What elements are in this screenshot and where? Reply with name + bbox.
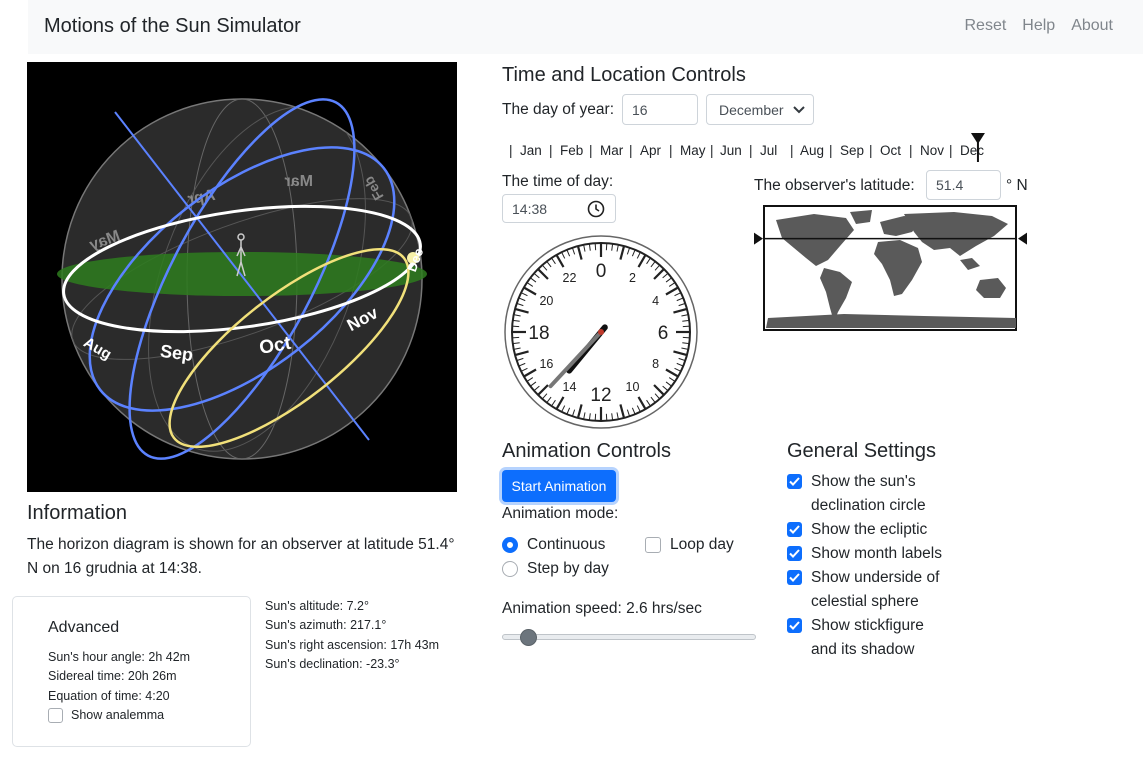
animation-mode-label: Animation mode: <box>502 505 619 522</box>
time-of-day-value: 14:38 <box>512 200 548 217</box>
month-select[interactable]: December <box>706 94 814 125</box>
clock-number: 12 <box>590 385 611 406</box>
day-of-year-input[interactable]: 16 <box>622 94 698 125</box>
show-ecliptic-label: Show the ecliptic <box>811 521 928 538</box>
sun-altitude-readout: Sun's altitude: 7.2° <box>265 599 369 613</box>
clock-number: 10 <box>626 380 640 394</box>
sun-azimuth-readout: Sun's azimuth: 217.1° <box>265 618 387 633</box>
clock-number: 22 <box>563 271 577 285</box>
day-of-year-label: The day of year: <box>502 101 615 118</box>
show-underside-label-1: Show underside of <box>811 569 940 586</box>
show-analemma-checkbox[interactable] <box>48 708 63 724</box>
show-declination-option[interactable]: Show the sun's declination circle <box>787 470 926 518</box>
celestial-sphere-view[interactable]: May Apr Mar Feb Aug Sep Oct Nov Dec <box>27 62 457 492</box>
show-declination-label-1: Show the sun's <box>811 473 916 490</box>
checkmark-icon <box>789 525 800 534</box>
clock-number: 0 <box>596 261 607 282</box>
show-ecliptic-option[interactable]: Show the ecliptic <box>787 518 927 542</box>
show-underside-option[interactable]: Show underside of celestial sphere <box>787 566 939 614</box>
navbar: Motions of the Sun Simulator Reset Help … <box>28 0 1143 54</box>
about-link[interactable]: About <box>1071 17 1113 35</box>
loop-day-option[interactable]: Loop day <box>645 536 734 554</box>
clock-number: 20 <box>539 294 553 308</box>
clock-icon[interactable] <box>587 200 605 218</box>
sun-readouts: Sun's altitude: 7.2° Sun's azimuth: 217.… <box>265 597 439 674</box>
mode-continuous-label: Continuous <box>527 536 606 553</box>
equation-of-time-readout: Equation of time: 4:20 <box>48 688 170 703</box>
show-analemma-option[interactable]: Show analemma <box>48 706 190 725</box>
checkmark-icon <box>789 621 800 630</box>
show-ecliptic-checkbox[interactable] <box>787 522 802 537</box>
sidereal-time-readout: Sidereal time: 20h 26m <box>48 669 177 684</box>
clock-number: 6 <box>658 323 669 344</box>
mode-continuous-option[interactable]: Continuous <box>502 536 605 554</box>
show-stickfigure-label-2: and its shadow <box>811 641 915 658</box>
mode-step-radio[interactable] <box>502 561 518 577</box>
animation-speed-label: Animation speed: 2.6 hrs/sec <box>502 600 702 617</box>
mode-step-option[interactable]: Step by day <box>502 560 609 578</box>
latitude-map[interactable] <box>754 200 1029 335</box>
reset-link[interactable]: Reset <box>964 17 1006 35</box>
show-stickfigure-label-1: Show stickfigure <box>811 617 924 634</box>
month-select-value: December <box>719 101 784 118</box>
analog-clock[interactable]: 0 2 4 6 8 10 12 14 16 18 20 22 <box>503 234 699 430</box>
latitude-unit: ° N <box>1006 177 1028 194</box>
sun-declination-readout: Sun's declination: -23.3° <box>265 656 400 671</box>
show-month-labels-label: Show month labels <box>811 545 942 562</box>
time-location-heading: Time and Location Controls <box>502 64 746 86</box>
month-label-back-mar: Mar <box>285 173 313 190</box>
clock-number: 4 <box>652 294 659 308</box>
general-settings-heading: General Settings <box>787 440 936 462</box>
advanced-card: Advanced Sun's hour angle: 2h 42m Sidere… <box>12 596 251 747</box>
mode-step-label: Step by day <box>527 560 609 577</box>
latitude-handle-right[interactable] <box>1018 232 1027 245</box>
show-declination-checkbox[interactable] <box>787 474 802 489</box>
animation-speed-slider[interactable] <box>502 634 756 640</box>
app-title: Motions of the Sun Simulator <box>44 15 301 37</box>
clock-number: 14 <box>563 380 577 394</box>
animation-heading: Animation Controls <box>502 440 671 462</box>
latitude-label: The observer's latitude: <box>754 177 915 194</box>
sun-right-ascension-readout: Sun's right ascension: 17h 43m <box>265 637 440 652</box>
checkmark-icon <box>789 549 800 558</box>
start-animation-button[interactable]: Start Animation <box>502 470 616 502</box>
latitude-handle-left[interactable] <box>754 232 763 245</box>
checkmark-icon <box>789 477 800 486</box>
show-month-labels-option[interactable]: Show month labels <box>787 542 942 566</box>
show-month-labels-checkbox[interactable] <box>787 546 802 561</box>
checkmark-icon <box>789 573 800 582</box>
day-of-year-marker[interactable] <box>0 132 1143 164</box>
show-stickfigure-option[interactable]: Show stickfigure and its shadow <box>787 614 924 662</box>
time-of-day-label: The time of day: <box>502 173 614 190</box>
latitude-value: 51.4 <box>936 177 964 193</box>
nav-links: Reset Help About <box>964 17 1113 35</box>
information-text: The horizon diagram is shown for an obse… <box>27 536 455 577</box>
show-underside-label-2: celestial sphere <box>811 593 919 610</box>
clock-number: 8 <box>652 357 659 371</box>
show-declination-label-2: declination circle <box>811 497 926 514</box>
advanced-title: Advanced <box>48 619 120 636</box>
clock-number: 18 <box>528 323 549 344</box>
information-heading: Information <box>27 502 128 524</box>
time-of-day-input[interactable]: 14:38 <box>502 194 616 223</box>
chevron-down-icon <box>793 106 805 114</box>
animation-speed-thumb[interactable] <box>520 629 537 646</box>
hour-angle-readout: Sun's hour angle: 2h 42m <box>48 650 191 664</box>
help-link[interactable]: Help <box>1022 17 1055 35</box>
clock-center <box>598 329 604 335</box>
clock-number: 16 <box>539 357 553 371</box>
show-stickfigure-checkbox[interactable] <box>787 618 802 633</box>
loop-day-label: Loop day <box>670 536 734 553</box>
clock-number: 2 <box>629 271 636 285</box>
show-analemma-label: Show analemma <box>71 707 165 722</box>
mode-continuous-radio[interactable] <box>502 537 518 553</box>
loop-day-checkbox[interactable] <box>645 537 661 553</box>
show-underside-checkbox[interactable] <box>787 570 802 585</box>
latitude-input[interactable]: 51.4 <box>926 170 1001 200</box>
day-of-year-value: 16 <box>632 101 648 118</box>
